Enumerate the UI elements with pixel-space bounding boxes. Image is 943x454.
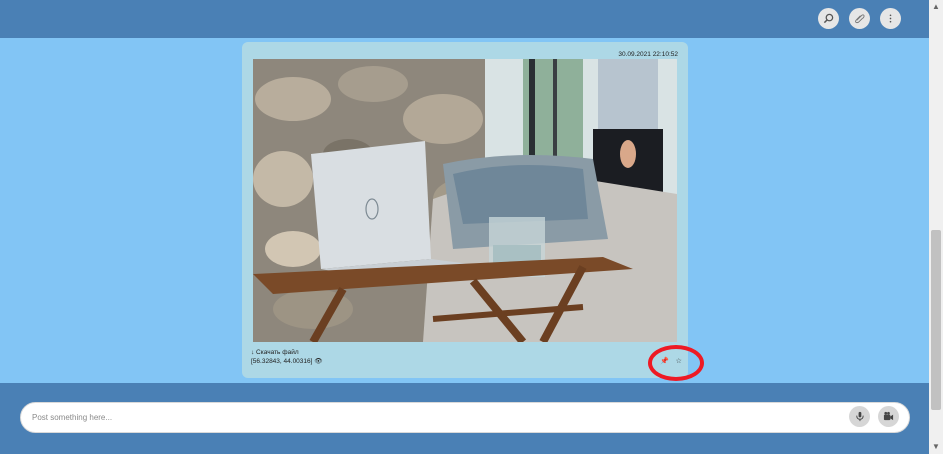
search-icon[interactable] bbox=[818, 8, 839, 29]
scrollbar-thumb[interactable] bbox=[931, 230, 941, 410]
message-input-placeholder: Post something here... bbox=[32, 413, 113, 422]
microphone-icon[interactable] bbox=[849, 406, 870, 427]
highlight-annotation bbox=[648, 345, 704, 381]
top-bar bbox=[0, 0, 929, 38]
message-card: 30.09.2021 22:10:52 ↓ Скачать файл [56.3… bbox=[242, 42, 688, 378]
message-timestamp: 30.09.2021 22:10:52 bbox=[618, 51, 678, 58]
coordinates-text: [56.32843, 44.00316] 👁 bbox=[251, 357, 323, 365]
more-vertical-icon[interactable] bbox=[880, 8, 901, 29]
scrollbar[interactable]: ▲ ▼ bbox=[929, 0, 943, 454]
coordinates-value: [56.32843, 44.00316] bbox=[251, 358, 313, 365]
scroll-down-icon[interactable]: ▼ bbox=[932, 443, 940, 451]
eye-icon[interactable]: 👁 bbox=[314, 358, 322, 365]
download-file-link[interactable]: ↓ Скачать файл bbox=[251, 349, 299, 356]
message-input[interactable]: Post something here... bbox=[20, 402, 910, 433]
message-photo[interactable] bbox=[253, 59, 677, 342]
paperclip-icon[interactable] bbox=[849, 8, 870, 29]
scroll-up-icon[interactable]: ▲ bbox=[932, 3, 940, 11]
video-camera-icon[interactable] bbox=[878, 406, 899, 427]
